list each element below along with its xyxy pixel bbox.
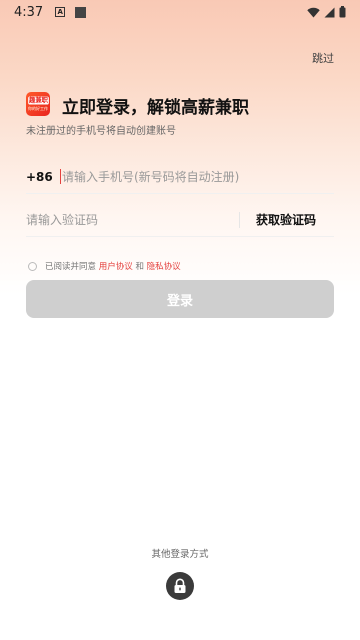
status-time: 4:37 [14,4,44,20]
agreement-and: 和 [135,262,144,272]
login-button[interactable]: 登录 [26,280,334,318]
phone-input[interactable] [62,169,334,184]
battery-icon [339,6,346,18]
code-row: 获取验证码 [26,203,334,237]
lock-icon [174,578,186,593]
password-login-button[interactable] [166,572,194,600]
other-login-label: 其他登录方式 [151,549,209,560]
user-agreement-link[interactable]: 用户协议 [99,260,133,272]
app-logo: 趣兼职 你的好工作 [26,92,50,116]
page-subtitle: 未注册过的手机号将自动创建账号 [26,126,176,137]
country-code[interactable]: +86 [26,170,60,184]
status-bar: 4:37 A [0,0,360,24]
text-cursor [60,169,61,184]
agreement-prefix: 已阅读并同意 [45,262,97,272]
page-title: 立即登录，解锁高薪兼职 [62,98,249,118]
get-code-button[interactable]: 获取验证码 [256,211,316,228]
signal-icon [324,7,335,17]
divider [238,211,240,228]
logo-subtext: 你的好工作 [28,106,48,111]
privacy-agreement-link[interactable]: 隐私协议 [147,260,181,272]
skip-button[interactable]: 跳过 [312,50,334,66]
agreement-checkbox[interactable] [28,261,37,271]
notification-a-icon: A [55,7,66,17]
phone-row: +86 [26,160,334,194]
agreement-row: 已阅读并同意 用户协议 和 隐私协议 [28,260,181,272]
verification-code-input[interactable] [26,212,239,227]
notification-square-icon [75,6,87,18]
logo-text: 趣兼职 [27,96,49,105]
wifi-icon [307,7,320,17]
